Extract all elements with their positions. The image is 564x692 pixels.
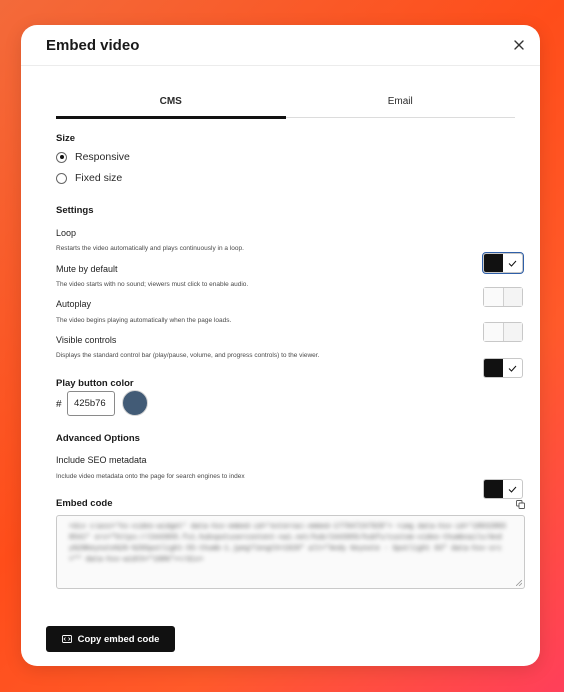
check-icon <box>508 486 517 493</box>
loop-toggle-track <box>503 254 522 272</box>
modal-header: Embed video <box>21 25 540 66</box>
autoplay-title: Autoplay <box>56 299 92 309</box>
embed-code-text: <div class="hs-video-widget" data-hsv-em… <box>69 523 506 564</box>
radio-responsive[interactable]: Responsive <box>56 151 130 163</box>
radio-responsive-indicator[interactable] <box>56 151 67 163</box>
visible-controls-toggle[interactable] <box>483 358 523 378</box>
autoplay-toggle-knob <box>484 323 504 341</box>
visible-controls-description: Displays the standard control bar (play/… <box>56 352 320 359</box>
visible-controls-toggle-knob <box>484 359 503 377</box>
tab-email[interactable]: Email <box>286 91 516 117</box>
autoplay-toggle[interactable] <box>483 322 523 342</box>
close-icon[interactable] <box>512 38 526 52</box>
loop-title: Loop <box>56 228 77 238</box>
tab-bar: CMS Email <box>56 91 516 119</box>
mute-description: The video starts with no sound; viewers … <box>56 281 249 288</box>
copy-embed-code-button[interactable]: Copy embed code <box>46 626 175 652</box>
mute-toggle[interactable] <box>483 287 523 307</box>
copy-icon[interactable] <box>516 500 525 509</box>
radio-fixed-size-indicator[interactable] <box>56 172 67 184</box>
color-swatch[interactable] <box>122 390 148 416</box>
advanced-options-label: Advanced Options <box>56 433 140 444</box>
check-icon <box>508 365 517 372</box>
tab-cms[interactable]: CMS <box>56 91 286 119</box>
modal-title: Embed video <box>46 37 140 54</box>
size-section-label: Size <box>56 133 76 144</box>
loop-toggle-knob <box>484 254 503 272</box>
copy-embed-code-label: Copy embed code <box>77 633 160 645</box>
autoplay-toggle-track <box>503 323 522 341</box>
seo-metadata-toggle-knob <box>484 480 503 498</box>
seo-metadata-title: Include SEO metadata <box>56 455 147 465</box>
mute-title: Mute by default <box>56 264 118 274</box>
seo-metadata-toggle[interactable] <box>483 479 523 499</box>
radio-fixed-size-label: Fixed size <box>75 172 123 184</box>
mute-toggle-knob <box>484 288 504 306</box>
resize-handle-icon[interactable] <box>516 580 522 586</box>
seo-metadata-toggle-track <box>503 480 522 498</box>
color-hex-input[interactable] <box>67 391 115 416</box>
mute-toggle-track <box>503 288 522 306</box>
code-icon <box>61 635 72 643</box>
embed-code-textarea[interactable]: <div class="hs-video-widget" data-hsv-em… <box>56 515 525 589</box>
hash-prefix: # <box>56 399 62 410</box>
loop-toggle[interactable] <box>482 252 524 274</box>
check-icon <box>508 260 517 267</box>
settings-section-label: Settings <box>56 205 94 216</box>
seo-metadata-description: Include video metadata onto the page for… <box>56 473 245 480</box>
play-button-color-label: Play button color <box>56 378 134 389</box>
radio-responsive-label: Responsive <box>75 151 130 163</box>
radio-fixed-size[interactable]: Fixed size <box>56 172 122 184</box>
visible-controls-title: Visible controls <box>56 335 117 345</box>
embed-code-label: Embed code <box>56 498 113 509</box>
embed-video-modal: Embed video CMS Email Size Responsive Fi… <box>21 25 540 666</box>
visible-controls-toggle-track <box>503 359 522 377</box>
autoplay-description: The video begins playing automatically w… <box>56 317 232 324</box>
loop-description: Restarts the video automatically and pla… <box>56 245 244 252</box>
